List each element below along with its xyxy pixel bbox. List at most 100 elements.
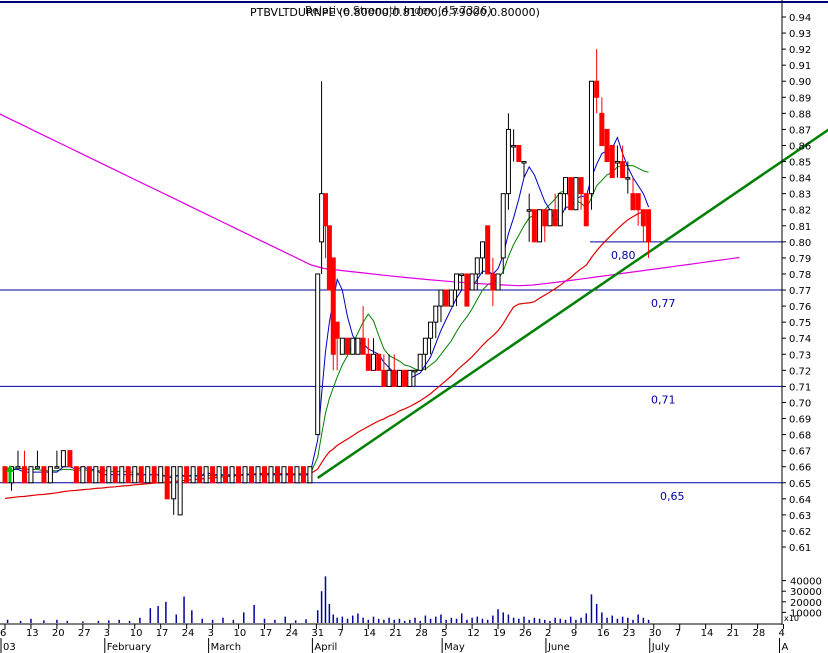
x-month-label: March (211, 642, 241, 653)
candle-body (223, 466, 229, 484)
price-tick-label: 0.82 (789, 206, 811, 217)
x-day-label: 12 (467, 628, 480, 639)
x-day-label: 20 (52, 628, 65, 639)
candle-body (73, 466, 79, 484)
candle-body (197, 466, 203, 484)
candle-body (422, 337, 428, 355)
candle-body (531, 209, 537, 243)
volume-tick-label: 20000 (790, 598, 822, 609)
price-tick-label: 0.62 (789, 527, 811, 538)
trendline (316, 128, 828, 479)
candle-body (274, 466, 280, 484)
x-day-label: 3 (208, 628, 214, 639)
candle-body (604, 128, 610, 163)
candle-body (281, 466, 287, 484)
candle-body (322, 193, 328, 227)
candle-body (365, 353, 371, 371)
candle-body (125, 466, 131, 484)
x-month-label: A (782, 642, 789, 653)
candle-body (640, 209, 646, 227)
candle-body (490, 273, 496, 291)
candle-body (60, 450, 66, 468)
candle-body (229, 466, 235, 484)
candle-body (41, 466, 47, 484)
price-tick-label: 0.65 (789, 479, 811, 490)
candle-body (448, 289, 454, 307)
candle-body (360, 337, 366, 355)
candle-body (106, 466, 112, 484)
candle-body (511, 144, 517, 148)
x-day-label: 28 (753, 628, 766, 639)
price-tick-label: 0.69 (789, 415, 811, 426)
moving-averages (0, 113, 740, 499)
price-tick-label: 0.75 (789, 318, 811, 329)
x-day-label: 7 (337, 628, 343, 639)
candle-body (287, 466, 293, 484)
price-tick-label: 0.92 (789, 45, 811, 56)
candle-body (164, 466, 170, 500)
x-day-label: 26 (519, 628, 532, 639)
volume-layer (6, 576, 650, 623)
candle-body (557, 193, 563, 227)
candle-body (407, 369, 413, 387)
price-tick-label: 0.63 (789, 511, 811, 522)
candle-body (119, 466, 125, 484)
candle-body (294, 466, 300, 484)
candle-body (262, 466, 267, 484)
candle-body (588, 80, 594, 195)
candle-body (547, 209, 553, 227)
candle-body (2, 466, 8, 484)
price-tick-label: 0.73 (789, 350, 811, 361)
candle-body (620, 161, 626, 179)
candle-body (386, 369, 392, 387)
candle-body (67, 450, 73, 468)
candle-body (370, 353, 376, 371)
candle-body (578, 177, 584, 195)
price-tick-label: 0.93 (789, 29, 811, 40)
candle-body (500, 193, 506, 259)
candle-body (583, 193, 589, 227)
volume-tick-label: 40000 (790, 577, 822, 588)
x-day-label: 19 (493, 628, 506, 639)
candle-body (537, 209, 543, 243)
price-tick-label: 0.66 (789, 463, 811, 474)
candle-body (334, 321, 340, 339)
candle-body (402, 369, 408, 387)
x-day-label: 3 (104, 628, 110, 639)
price-tick-label: 0.71 (789, 382, 811, 393)
price-tick-label: 0.68 (789, 431, 811, 442)
price-tick-label: 0.80 (789, 238, 811, 249)
x-day-label: 9 (571, 628, 577, 639)
candle-body (54, 466, 60, 469)
candle-body (47, 466, 53, 484)
x-day-label: 7 (675, 628, 681, 639)
candle-body (521, 161, 527, 164)
candle-body (138, 466, 144, 484)
candle-body (236, 466, 242, 484)
candle-body (630, 193, 636, 211)
candle-body (350, 337, 356, 355)
x-day-label: 10 (130, 628, 143, 639)
candle-body (203, 466, 209, 484)
candle-body (609, 144, 615, 179)
stock-chart: PTBVLTDURNPE (0.80000,0.81000,0.79000,0.… (0, 0, 828, 653)
level-label: 0,65 (660, 490, 685, 503)
candle-body (268, 466, 274, 484)
x-day-label: 21 (389, 628, 402, 639)
candle-body (376, 353, 382, 371)
candles-layer (2, 49, 652, 516)
price-tick-label: 0.77 (789, 286, 811, 297)
price-tick-label: 0.88 (789, 109, 811, 120)
candle-body (151, 466, 157, 484)
candle-body (249, 466, 255, 484)
candle-body (505, 128, 511, 195)
candle-body (391, 369, 397, 387)
price-tick-label: 0.61 (789, 543, 811, 554)
x-day-label: 21 (727, 628, 740, 639)
candle-body (93, 466, 99, 484)
candle-body (614, 161, 620, 164)
x-day-label: 17 (156, 628, 169, 639)
candle-body (99, 466, 105, 484)
x-day-label: 2 (545, 628, 551, 639)
candle-body (552, 209, 558, 227)
